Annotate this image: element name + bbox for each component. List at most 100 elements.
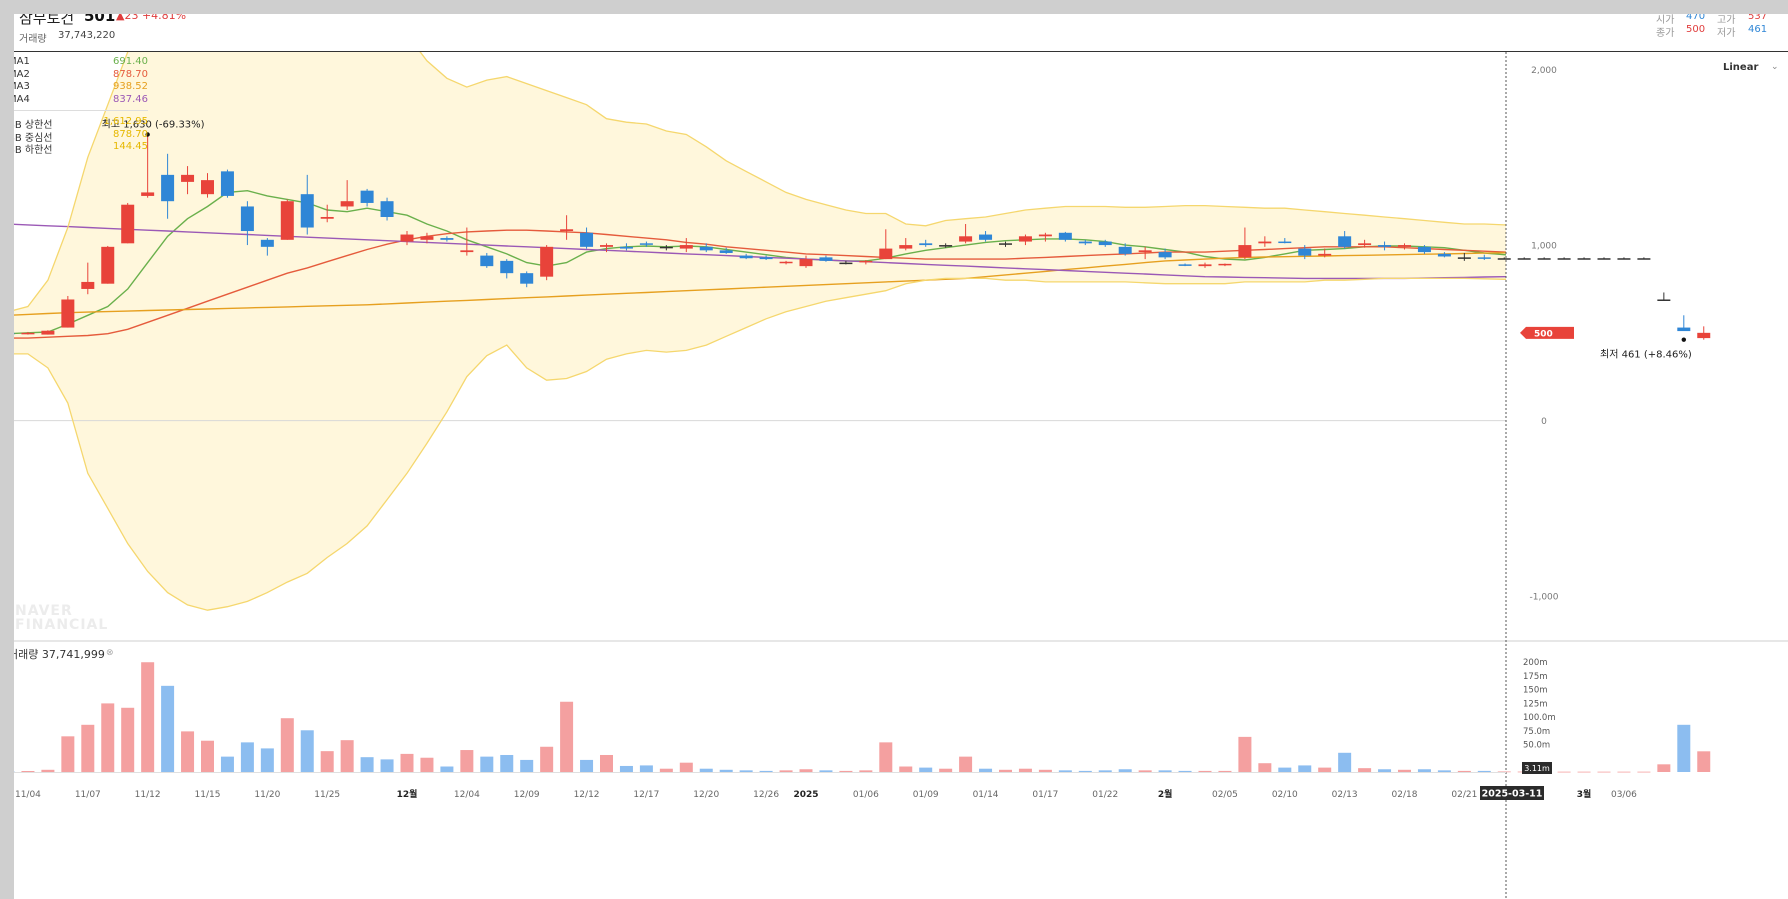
volume-bar-19 [380,759,394,772]
volume-bar-52 [1038,769,1052,772]
x-tick-label-20: 02/05 [1212,790,1238,800]
candle-body-23 [460,250,474,253]
volume-tick-label-4: 100.0m [1523,713,1556,723]
candle-body-57 [1138,250,1152,253]
volume-bar-24 [480,756,494,772]
candle-body-64 [1278,241,1292,244]
candle-body-69 [1378,245,1392,247]
legend-bb-lower[interactable]: BB 하한선144.45 [14,141,148,156]
volume-bar-38 [759,770,773,772]
legend-ma2[interactable]: MA2878.70 [14,69,148,82]
candle-body-83 [1657,299,1671,301]
candle-body-36 [719,250,733,253]
volume-bar-74 [1477,770,1491,772]
volume-bar-10 [201,740,214,772]
x-tick-label-22: 02/13 [1332,790,1358,800]
price-tick-label-2: 0 [1541,417,1547,427]
volume-bar-45 [899,766,913,772]
volume-bar-5 [101,703,115,772]
legend-bb-upper[interactable]: BB 상한선1,612.95 [14,116,148,131]
volume-bar-36 [719,769,733,772]
volume-bar-68 [1358,768,1372,772]
legend-bb-middle[interactable]: BB 중심선878.70 [14,129,148,144]
candle-body-85 [1697,332,1711,339]
candle-body-17 [340,201,354,207]
legend-ma4[interactable]: MA4837.46 [14,94,148,107]
candle-body-48 [959,236,973,242]
candle-body-5 [101,246,115,284]
volume-bar-16 [320,751,334,772]
volume-bar-47 [939,768,953,772]
candle-body-33 [659,246,673,249]
volume-bar-59 [1178,770,1192,772]
x-tick-label-0: 11/04 [15,790,41,800]
candle-body-12 [240,206,254,232]
candle-body-39 [779,261,793,264]
volume-bar-69 [1378,769,1392,772]
candle-body-18 [360,190,374,203]
candle-body-84 [1677,327,1691,332]
legend-ma3[interactable]: MA3938.52 [14,81,148,94]
chart-svg[interactable]: 2,000 1,000 0 -1,000 200m 175m 150m 125m 100.0m 7… [14,14,1788,899]
x-tick-label-19: 2월 [1158,788,1173,800]
candle-body-73 [1457,257,1471,259]
crosshair-volume-label: 3.11m [1524,764,1550,773]
x-tick-label-24: 02/21 [1451,790,1477,800]
x-tick-label-26: 3월 [1577,788,1592,800]
candle-body-71 [1417,246,1431,253]
candle-body-19 [380,201,394,217]
candle-body-59 [1178,264,1192,266]
legend-ma1[interactable]: MA1691.40 [14,56,148,69]
chart-frame: 삼부토건 501 ▲23 +4.81% 거래량 37,743,220 시가 47… [14,14,1788,899]
candle-body-56 [1118,246,1132,254]
volume-bar-17 [340,740,354,772]
annotation-dot-1 [1681,337,1687,342]
volume-bar-60 [1198,770,1212,772]
price-tick-label-3: -1,000 [1529,593,1558,603]
volume-bar-42 [839,770,853,772]
volume-bar-15 [300,730,314,772]
candle-body-20 [400,234,414,242]
candle-body-6 [121,204,135,244]
volume-bar-9 [181,731,195,772]
volume-bar-48 [959,756,973,772]
volume-bar-49 [979,768,993,772]
volume-bar-81 [1617,771,1631,773]
candle-body-72 [1437,253,1451,257]
candle-body-76 [1517,258,1531,260]
volume-bar-20 [400,753,414,772]
volume-bar-56 [1118,769,1132,772]
x-tick-label-16: 01/14 [973,790,999,800]
candle-body-55 [1098,241,1112,246]
candle-body-15 [300,194,314,228]
volume-bar-7 [141,662,155,772]
volume-bar-26 [520,759,534,772]
candle-body-52 [1038,234,1052,237]
candle-body-38 [759,257,773,260]
x-tick-label-12: 12/26 [753,790,779,800]
volume-bar-64 [1278,767,1292,772]
x-tick-label-9: 12/12 [574,790,600,800]
candle-body-2 [41,330,55,335]
candle-body-68 [1358,243,1372,246]
candle-body-54 [1078,241,1092,244]
candle-body-21 [420,236,434,240]
x-tick-label-4: 11/20 [254,790,280,800]
candle-body-49 [979,234,993,240]
candle-body-63 [1258,241,1272,244]
x-tick-label-14: 01/06 [853,790,879,800]
volume-bar-53 [1058,770,1072,772]
candle-body-50 [999,243,1012,245]
candle-body-14 [280,201,294,240]
volume-bar-32 [639,765,653,772]
volume-bar-65 [1298,765,1312,772]
volume-bar-61 [1218,770,1232,772]
indicator-legend: MA1691.40 MA2878.70 MA3938.52 MA4837.46 … [14,56,148,156]
candle-body-79 [1577,258,1591,260]
volume-bar-83 [1657,764,1671,772]
candle-body-13 [260,239,274,247]
candle-body-26 [520,273,534,284]
volume-bar-46 [919,767,933,772]
volume-bar-40 [799,769,813,772]
volume-bar-12 [240,742,254,772]
